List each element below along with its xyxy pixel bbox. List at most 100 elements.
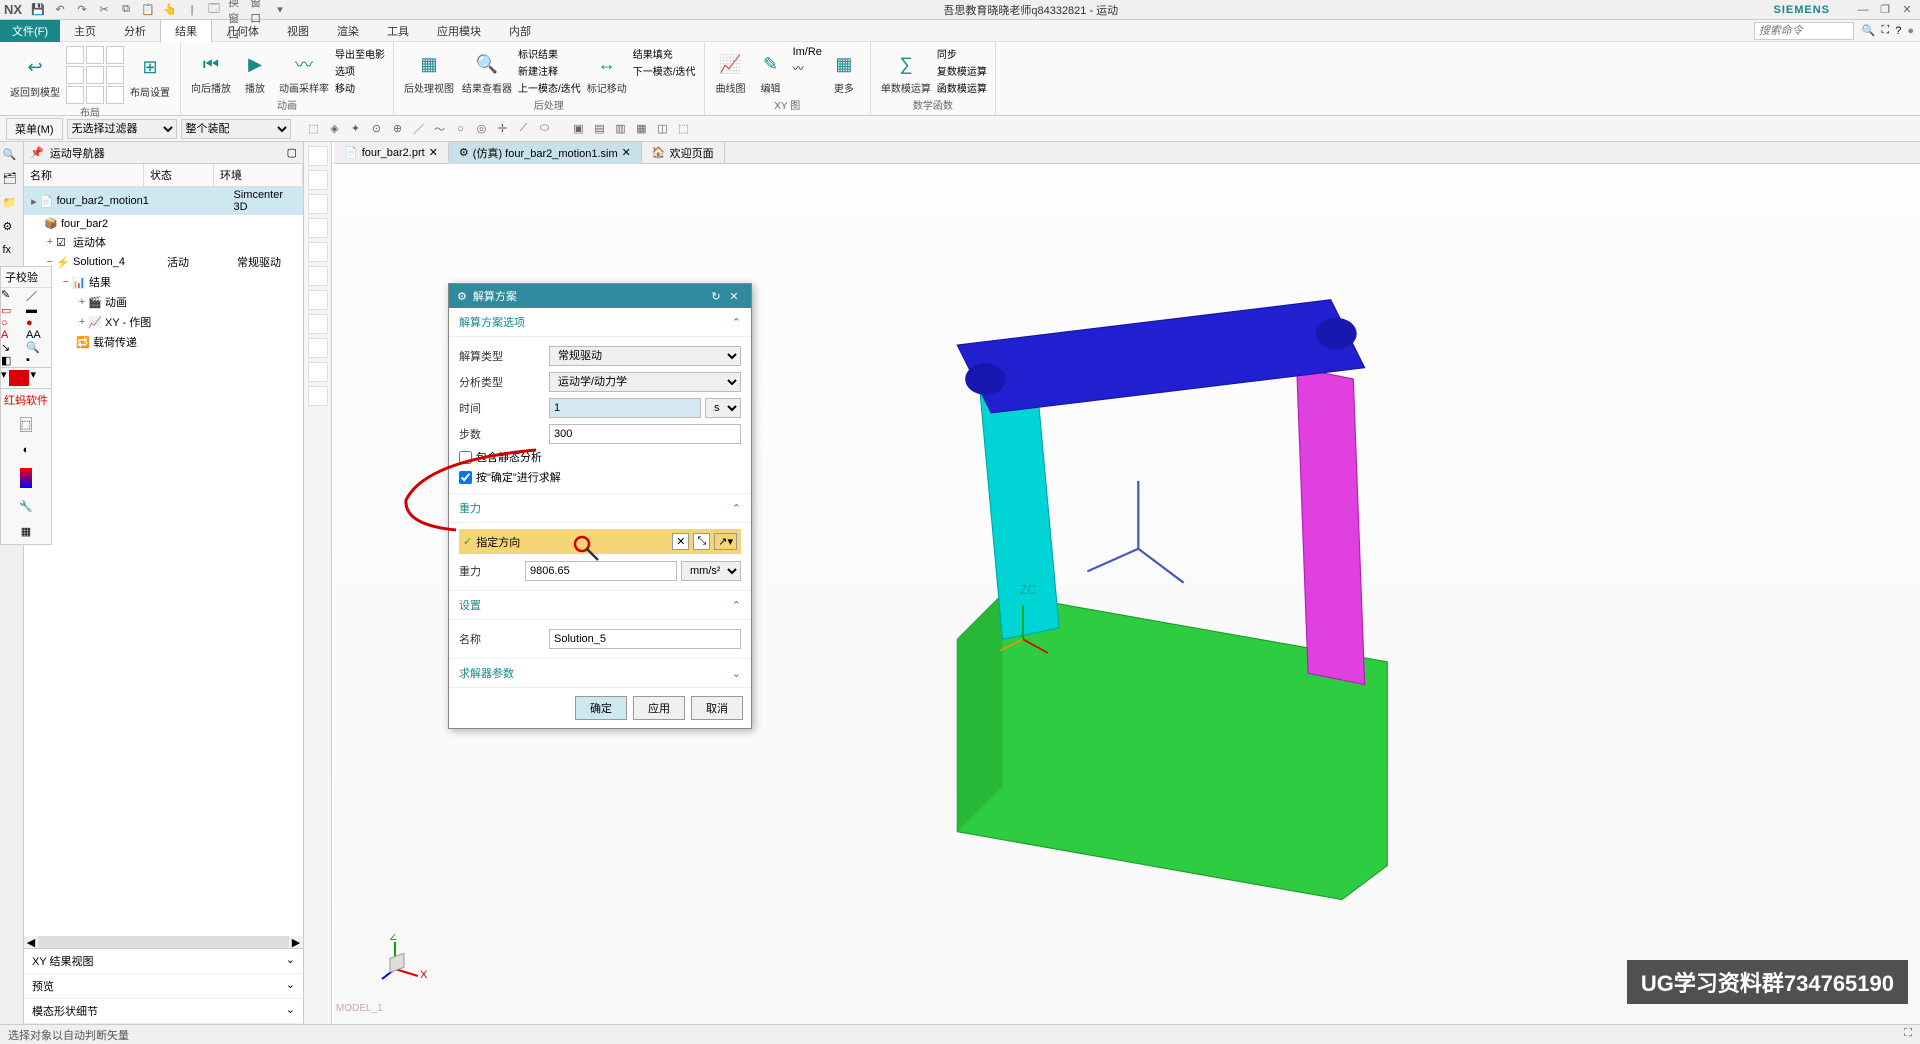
play-button[interactable]: ▶播放 — [237, 46, 273, 97]
rail-icon-1[interactable]: 🔍 — [3, 148, 21, 166]
solve-type-select[interactable]: 常规驱动 — [549, 346, 741, 366]
prev-mode-button[interactable]: 上一模态/迭代 — [518, 80, 581, 95]
hscroll-track[interactable] — [38, 936, 289, 948]
pal-zoom-icon[interactable]: 🔍 — [26, 341, 51, 354]
return-to-model-button[interactable]: ↩返回到模型 — [8, 46, 62, 104]
fullscreen-icon[interactable]: ⛶ — [1882, 24, 1890, 37]
scope-select[interactable]: 整个装配 — [181, 119, 291, 139]
col-env[interactable]: 环境 — [214, 164, 303, 186]
crail-icon-10[interactable] — [308, 362, 328, 382]
gravity-input[interactable] — [525, 561, 677, 581]
command-search[interactable] — [1754, 22, 1854, 40]
mark-move-button[interactable]: ↔标记移动 — [585, 46, 629, 97]
pal-fill-icon[interactable]: ▬ — [26, 304, 51, 317]
pal-colorchip[interactable] — [9, 370, 29, 386]
tree-item[interactable]: +🎬动画 — [24, 292, 303, 312]
pal-rect-icon[interactable]: ▭ — [1, 304, 26, 317]
view-icon-5[interactable]: ◫ — [654, 120, 672, 138]
direction-row[interactable]: ✓ 指定方向 ✕ ⤡ ↗▾ — [459, 529, 741, 554]
section-options[interactable]: 解算方案选项⌃ — [449, 308, 751, 337]
crail-icon-7[interactable] — [308, 290, 328, 310]
crail-icon-3[interactable] — [308, 194, 328, 214]
tree-item[interactable]: 🔁载荷传递 — [24, 332, 303, 352]
panel-mode-shape[interactable]: 模态形状细节⌄ — [24, 999, 303, 1024]
fullscreen-toggle-icon[interactable]: ⛶ — [1904, 1027, 1912, 1042]
view-icon-3[interactable]: ▥ — [612, 120, 630, 138]
result-fill-button[interactable]: 结果填充 — [633, 46, 696, 61]
view-icon-6[interactable]: ⬚ — [675, 120, 693, 138]
tab-close-icon[interactable]: ✕ — [429, 146, 438, 159]
sel-icon-8[interactable]: ○ — [452, 120, 470, 138]
copy-icon[interactable]: ⧉ — [118, 2, 134, 18]
crail-icon-1[interactable] — [308, 146, 328, 166]
sel-icon-4[interactable]: ⊙ — [368, 120, 386, 138]
crail-icon-9[interactable] — [308, 338, 328, 358]
sel-icon-2[interactable]: ◈ — [326, 120, 344, 138]
pal-eraser-icon[interactable]: ◧ — [1, 354, 26, 367]
time-input[interactable] — [549, 398, 701, 418]
col-name[interactable]: 名称 — [24, 164, 144, 186]
redo-icon[interactable]: ↷ — [74, 2, 90, 18]
panel-preview[interactable]: 预览⌄ — [24, 974, 303, 999]
next-mode-button[interactable]: 下一模态/迭代 — [633, 63, 696, 78]
identify-result-button[interactable]: 标识结果 — [518, 46, 581, 61]
side-icon-2[interactable]: ◐ — [23, 444, 30, 456]
export-movie-button[interactable]: 导出至电影 — [335, 46, 385, 61]
vector-x-icon[interactable]: ✕ — [672, 533, 689, 550]
time-unit-select[interactable]: s — [705, 398, 741, 418]
chevron-down-icon[interactable]: ▾ — [272, 2, 288, 18]
side-icon-4[interactable]: 🔧 — [19, 500, 33, 513]
curve-plot-button[interactable]: 📈曲线图 — [713, 46, 749, 97]
side-icon-5[interactable]: ▦ — [21, 525, 31, 538]
paste-icon[interactable]: 📋 — [140, 2, 156, 18]
new-annotation-button[interactable]: 新建注释 — [518, 63, 581, 78]
search-input[interactable] — [1754, 22, 1854, 40]
pal-circle-icon[interactable]: ○ — [1, 317, 26, 329]
ok-button[interactable]: 确定 — [575, 696, 627, 720]
crail-icon-11[interactable] — [308, 386, 328, 406]
save-icon[interactable]: 💾 — [30, 2, 46, 18]
solve-on-ok-checkbox[interactable] — [459, 471, 472, 484]
analysis-type-select[interactable]: 运动学/动力学 — [549, 372, 741, 392]
search-icon[interactable]: 🔍 — [1862, 24, 1876, 37]
sel-icon-10[interactable]: ✛ — [494, 120, 512, 138]
layout-grid-buttons[interactable] — [66, 46, 124, 104]
vector-csys-icon[interactable]: ⤡ — [693, 533, 710, 550]
static-checkbox[interactable] — [459, 451, 472, 464]
hscroll-right[interactable]: ▶ — [289, 936, 303, 948]
view-triad[interactable]: Z X — [380, 934, 430, 984]
rail-icon-4[interactable]: ⚙ — [3, 220, 21, 238]
sel-icon-5[interactable]: ⊕ — [389, 120, 407, 138]
pal-color-icon[interactable]: ▪ — [26, 354, 51, 367]
tree-root[interactable]: ▸📄 four_bar2_motion1 Simcenter 3D — [24, 187, 303, 215]
options-button[interactable]: 选项 — [335, 63, 385, 78]
single-math-button[interactable]: ∑单数模运算 — [879, 46, 933, 97]
section-solver-params[interactable]: 求解器参数⌄ — [449, 659, 751, 688]
view-icon-1[interactable]: ▣ — [570, 120, 588, 138]
tree-solution[interactable]: −⚡ Solution_4 活动 常规驱动 — [24, 252, 303, 272]
tree-item[interactable]: −📊结果 — [24, 272, 303, 292]
steps-input[interactable] — [549, 424, 741, 444]
sel-icon-12[interactable]: ⬭ — [536, 120, 554, 138]
vector-select-icon[interactable]: ↗▾ — [714, 533, 737, 550]
more-button[interactable]: ▦更多 — [826, 46, 862, 97]
postprocess-view-button[interactable]: ▦后处理视图 — [402, 46, 456, 97]
tab-sim[interactable]: ⚙(仿真) four_bar2_motion1.sim✕ — [449, 142, 642, 164]
switch-window-label[interactable]: 切换窗口 — [228, 2, 244, 18]
nav-collapse-icon[interactable]: ▢ — [287, 146, 297, 159]
window-dropdown[interactable]: 窗口 — [250, 2, 266, 18]
crail-icon-8[interactable] — [308, 314, 328, 334]
view-icon-4[interactable]: ▦ — [633, 120, 651, 138]
dialog-close-icon[interactable]: ✕ — [725, 290, 743, 303]
xy-icon-2[interactable]: 〰 — [793, 60, 822, 76]
tab-analysis[interactable]: 分析 — [110, 20, 160, 42]
tab-view[interactable]: 视图 — [273, 20, 323, 42]
tab-welcome[interactable]: 🏠欢迎页面 — [642, 142, 725, 164]
crail-icon-5[interactable] — [308, 242, 328, 262]
crail-icon-6[interactable] — [308, 266, 328, 286]
pal-circlefill-icon[interactable]: ● — [26, 317, 51, 329]
minimize-button[interactable]: — — [1854, 4, 1872, 16]
tab-part[interactable]: 📄four_bar2.prt✕ — [334, 143, 449, 162]
pal-dropdown2-icon[interactable]: ▾ — [31, 368, 37, 388]
menu-button[interactable]: 菜单(M) — [6, 118, 63, 140]
